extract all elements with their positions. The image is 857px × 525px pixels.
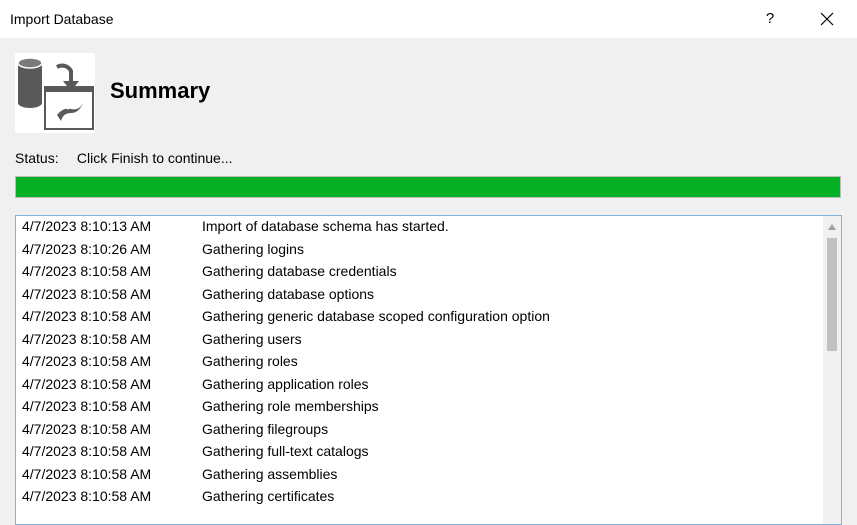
log-message: Gathering database options xyxy=(202,285,375,302)
log-message: Gathering application roles xyxy=(202,375,369,392)
log-list[interactable]: 4/7/2023 8:10:13 AM Import of database sc… xyxy=(15,215,842,525)
log-message: Gathering assemblies xyxy=(202,465,338,482)
database-import-icon xyxy=(15,53,95,133)
log-timestamp: 4/7/2023 8:10:58 AM xyxy=(22,420,152,437)
status-row: Status: Click Finish to continue... xyxy=(15,150,233,166)
log-message: Gathering users xyxy=(202,330,302,347)
chevron-up-icon xyxy=(828,224,836,230)
close-icon xyxy=(820,12,834,26)
log-message: Import of database schema has started. xyxy=(202,218,449,234)
close-button[interactable] xyxy=(808,4,846,34)
window-title: Import Database xyxy=(10,11,114,27)
vertical-scrollbar[interactable] xyxy=(823,216,841,524)
log-timestamp: 4/7/2023 8:10:58 AM xyxy=(22,308,152,324)
progress-bar xyxy=(15,176,841,198)
log-timestamp: 4/7/2023 8:10:58 AM xyxy=(22,488,152,504)
log-timestamp: 4/7/2023 8:10:58 AM xyxy=(22,465,152,482)
status-label: Status: xyxy=(15,150,59,166)
log-timestamp: 4/7/2023 8:10:13 AM xyxy=(22,218,152,234)
log-message: Gathering roles xyxy=(202,353,298,369)
scroll-up-button[interactable] xyxy=(823,218,841,236)
log-timestamp: 4/7/2023 8:10:26 AM xyxy=(22,240,152,257)
log-timestamp: 4/7/2023 8:10:58 AM xyxy=(22,353,152,369)
log-message: Gathering full-text catalogs xyxy=(202,443,369,459)
status-text: Click Finish to continue... xyxy=(76,150,233,166)
log-message: Gathering database credentials xyxy=(202,263,397,279)
title-bar: Import Database ? xyxy=(0,0,857,38)
log-message: Gathering logins xyxy=(202,240,304,257)
log-message: Gathering role memberships xyxy=(202,398,379,414)
log-timestamp: 4/7/2023 8:10:58 AM xyxy=(22,398,152,414)
scroll-thumb[interactable] xyxy=(827,238,837,351)
log-timestamp: 4/7/2023 8:10:58 AM xyxy=(22,330,152,347)
log-timestamp: 4/7/2023 8:10:58 AM xyxy=(22,375,152,392)
page-title: Summary xyxy=(110,78,211,103)
log-message: Gathering certificates xyxy=(202,488,335,504)
help-button[interactable]: ? xyxy=(752,4,788,34)
log-message: Gathering filegroups xyxy=(202,420,329,437)
log-timestamp: 4/7/2023 8:10:58 AM xyxy=(22,263,152,279)
log-message: Gathering generic database scoped config… xyxy=(202,308,550,324)
log-timestamp: 4/7/2023 8:10:58 AM xyxy=(22,285,152,302)
log-timestamp: 4/7/2023 8:10:58 AM xyxy=(22,443,152,459)
progress-fill xyxy=(16,177,840,197)
